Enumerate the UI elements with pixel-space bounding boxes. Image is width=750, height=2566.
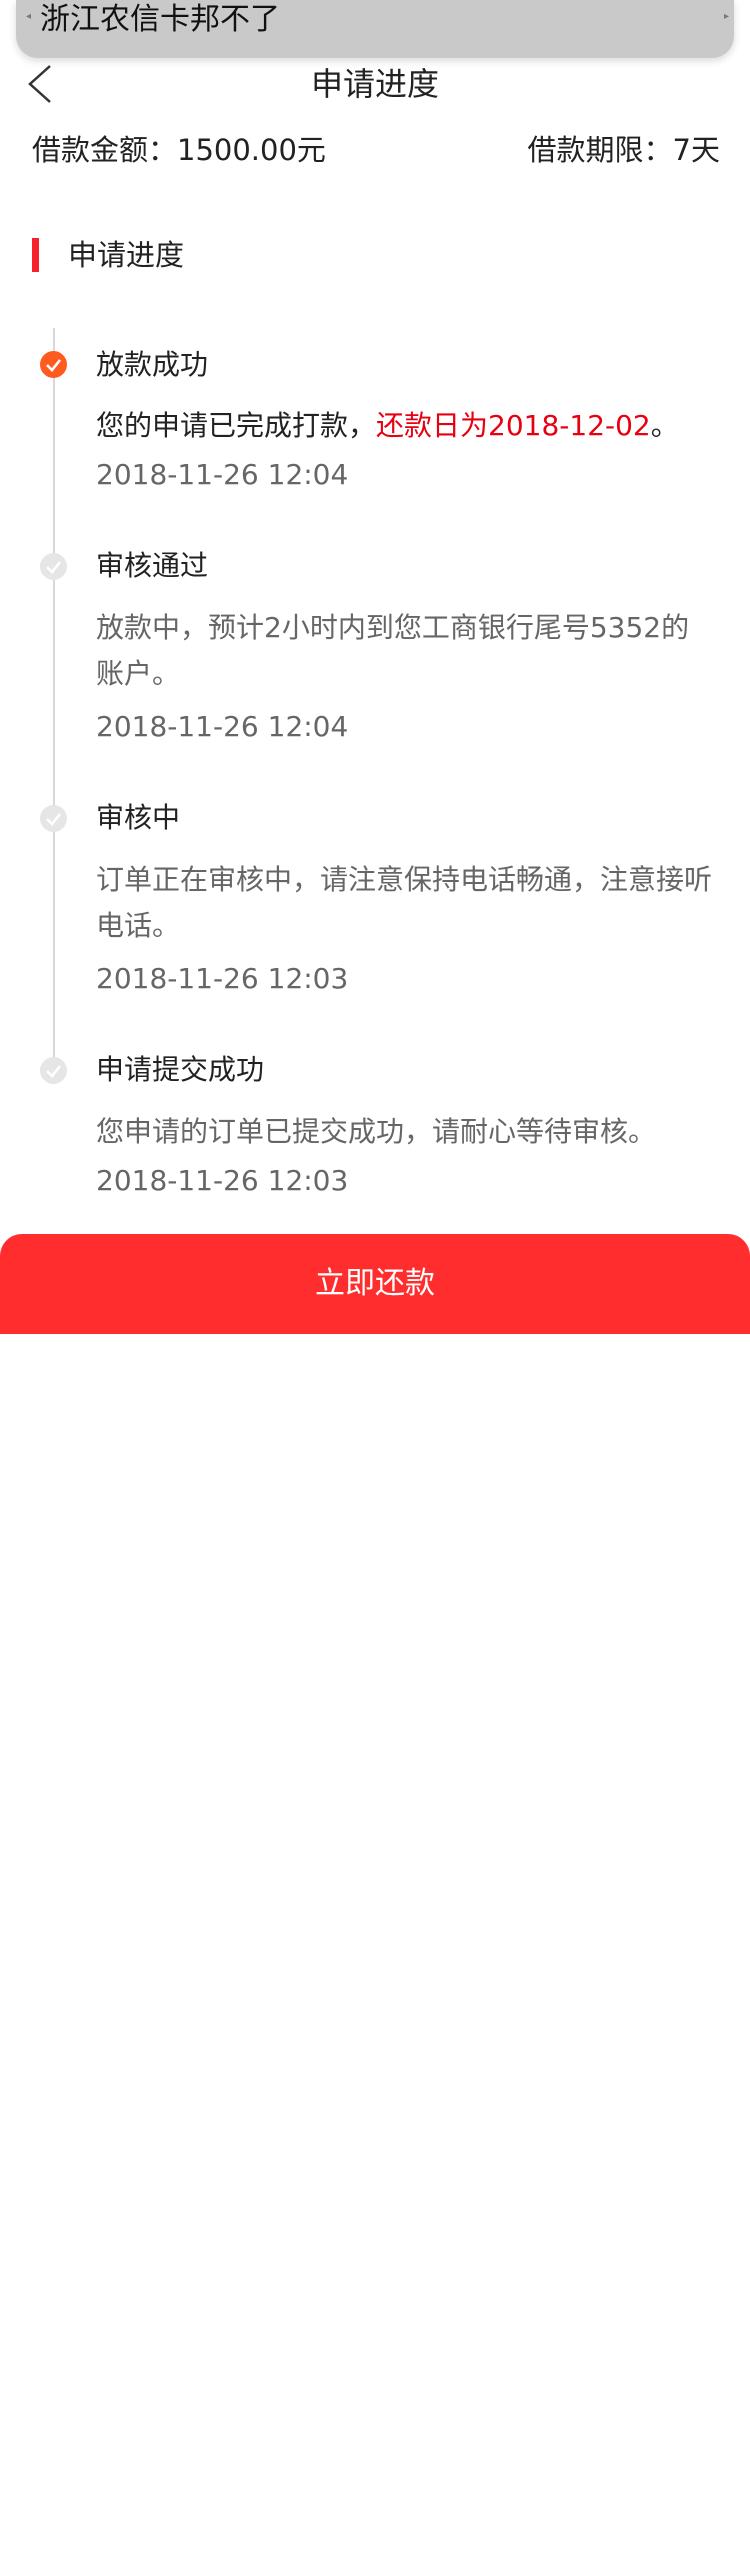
- step-description: 您申请的订单已提交成功，请耐心等待审核。: [96, 1115, 657, 1148]
- notification-banner[interactable]: ◂ 浙江农信卡邦不了 ▸: [16, 0, 734, 58]
- step-time: 2018-11-26 12:04: [96, 710, 349, 743]
- repay-now-label: 立即还款: [315, 1266, 435, 1301]
- loan-term: 借款期限：7天: [527, 133, 720, 167]
- step-time: 2018-11-26 12:04: [96, 458, 349, 491]
- nav-bar: 申请进度: [0, 58, 750, 110]
- step-description-suffix: 。: [650, 409, 679, 442]
- check-circle-icon: [40, 1057, 67, 1084]
- step-time: 2018-11-26 12:03: [96, 1164, 349, 1197]
- section-title: 申请进度: [68, 238, 185, 272]
- repay-now-button[interactable]: 立即还款 卡农社区: [0, 1234, 750, 2535]
- banner-edge-left-icon: ◂: [26, 11, 32, 22]
- step-title: 申请提交成功: [96, 1053, 265, 1086]
- check-circle-icon: [40, 351, 67, 378]
- step-title: 放款成功: [96, 348, 209, 381]
- step-description: 您的申请已完成打款，还款日为2018-12-02。: [96, 403, 716, 449]
- step-time: 2018-11-26 12:03: [96, 962, 349, 995]
- section-accent-bar: [32, 238, 39, 272]
- page-title: 申请进度: [310, 65, 439, 103]
- step-description: 放款中，预计2小时内到您工商银行尾号5352的账户。: [96, 611, 690, 690]
- step-title: 审核中: [96, 801, 181, 834]
- check-circle-icon: [40, 805, 67, 832]
- banner-edge-right-icon: ▸: [724, 11, 730, 22]
- watermark-logo: 卡农社区: [637, 2474, 719, 2535]
- loan-amount: 借款金额：1500.00元: [32, 133, 326, 167]
- check-circle-icon: [40, 553, 67, 580]
- notification-text: 浙江农信卡邦不了: [40, 2, 280, 37]
- loan-summary: 借款金额：1500.00元 借款期限：7天: [32, 128, 720, 172]
- step-title: 审核通过: [96, 549, 209, 582]
- repay-date-highlight: 还款日为2018-12-02: [376, 409, 651, 442]
- step-description: 订单正在审核中，请注意保持电话畅通，注意接听电话。: [96, 863, 713, 942]
- step-description-text: 您的申请已完成打款，: [96, 409, 377, 442]
- timeline-line: [53, 328, 55, 1068]
